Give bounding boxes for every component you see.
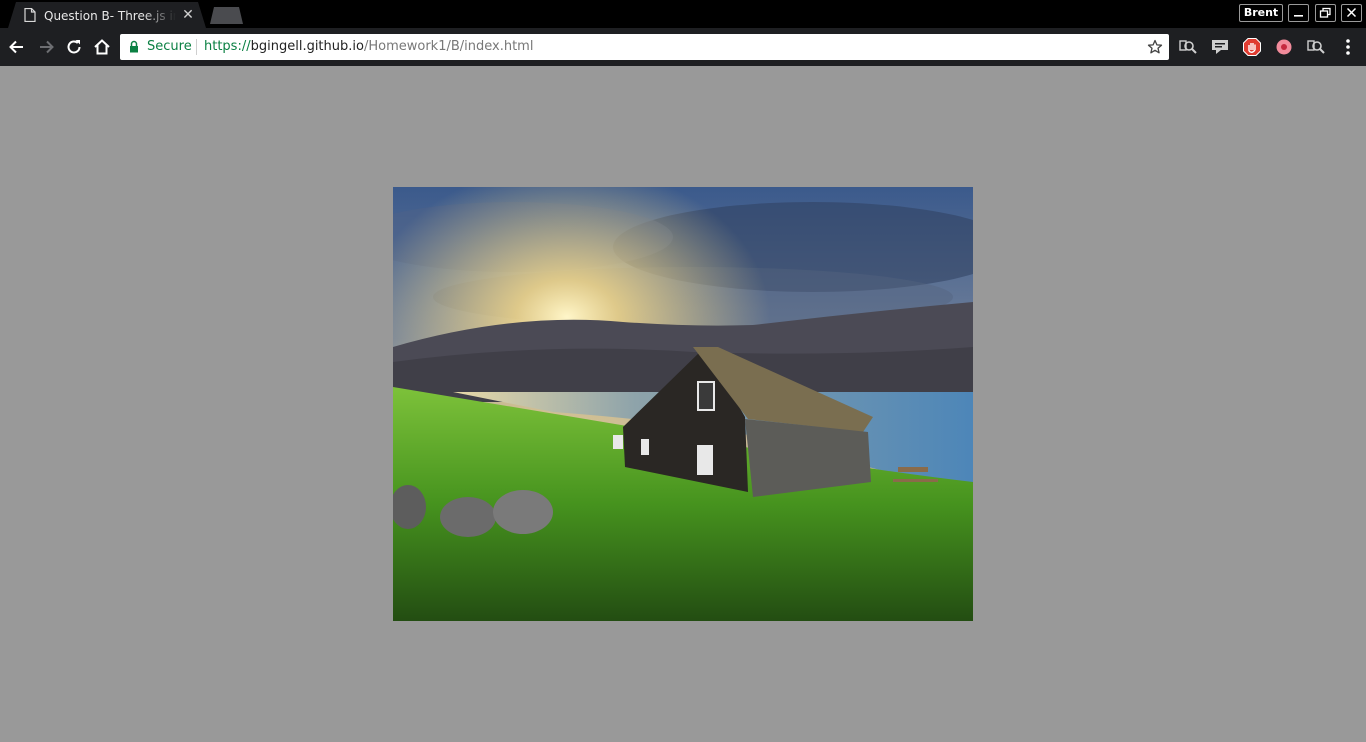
arrow-left-icon[interactable] xyxy=(7,37,27,57)
restore-icon xyxy=(1319,7,1331,18)
tab-title: Question B- Three.js in xyxy=(44,9,176,23)
url-host: bgingell.github.io xyxy=(250,39,364,54)
minimize-icon xyxy=(1294,15,1303,17)
star-icon[interactable] xyxy=(1147,39,1163,55)
adblock-extension-icon[interactable] xyxy=(1242,37,1262,57)
reload-icon[interactable] xyxy=(64,37,84,57)
profile-button[interactable]: Brent xyxy=(1239,4,1283,22)
page-content xyxy=(0,66,1366,742)
secure-label: Secure xyxy=(147,39,192,54)
new-tab-button[interactable] xyxy=(210,7,243,24)
browser-toolbar: Secure https://bgingell.github.io/Homewo… xyxy=(0,28,1366,66)
tab-active[interactable]: Question B- Three.js in ✕ xyxy=(8,2,206,28)
lock-icon xyxy=(130,40,138,53)
url-text[interactable]: https://bgingell.github.io/Homework1/B/i… xyxy=(204,38,533,56)
tab-strip: Question B- Three.js in ✕ Brent xyxy=(0,0,1366,28)
restore-button[interactable] xyxy=(1315,4,1336,22)
close-window-button[interactable] xyxy=(1341,4,1362,22)
url-path: /Homework1/B/index.html xyxy=(363,39,534,54)
magnifier-extension-icon[interactable] xyxy=(1178,37,1198,57)
url-scheme: https:// xyxy=(204,39,251,54)
home-icon[interactable] xyxy=(92,37,112,57)
record-extension-icon[interactable] xyxy=(1274,37,1294,57)
page-icon xyxy=(24,8,36,22)
kebab-menu-icon[interactable] xyxy=(1338,37,1358,57)
address-separator xyxy=(196,39,197,55)
close-icon xyxy=(1346,7,1357,18)
arrow-right-icon[interactable] xyxy=(36,37,56,57)
threejs-canvas[interactable] xyxy=(393,187,973,621)
minimize-button[interactable] xyxy=(1288,4,1309,22)
chat-extension-icon[interactable] xyxy=(1210,37,1230,57)
address-bar[interactable]: Secure https://bgingell.github.io/Homewo… xyxy=(120,34,1169,60)
magnifier-extension-icon[interactable] xyxy=(1306,37,1326,57)
close-icon[interactable]: ✕ xyxy=(181,8,195,22)
